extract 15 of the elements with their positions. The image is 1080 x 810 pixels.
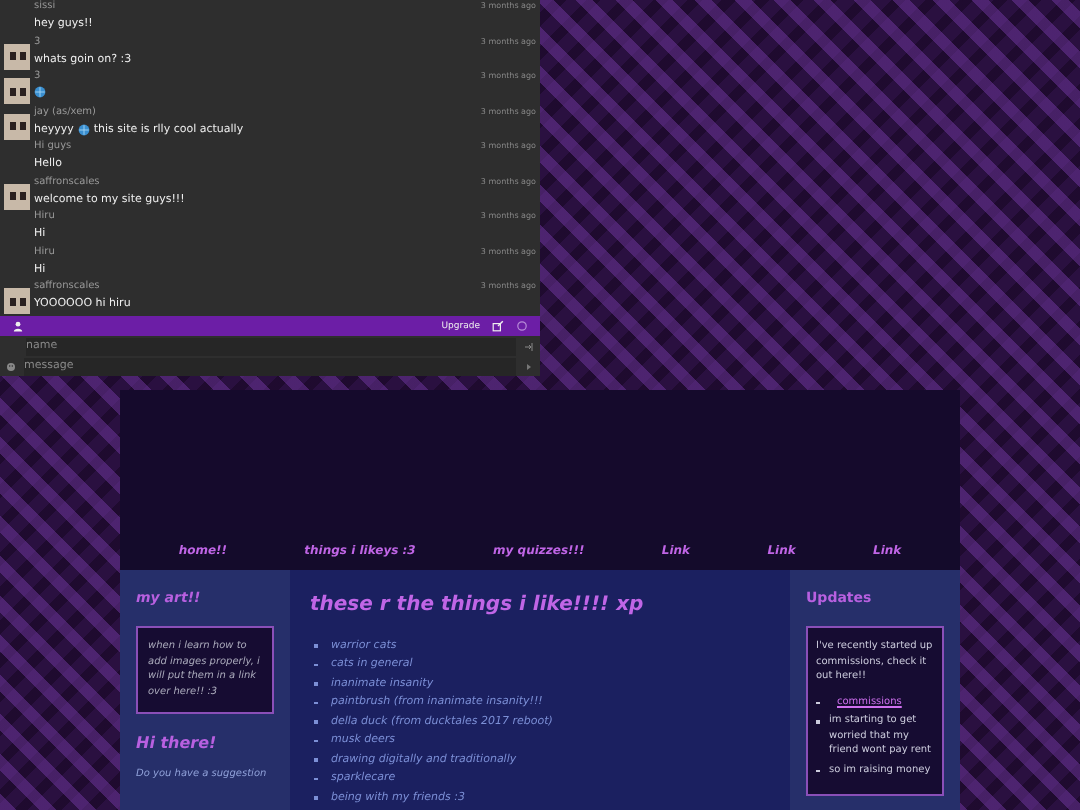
avatar-icon xyxy=(4,113,30,139)
globe-icon xyxy=(77,123,90,135)
person-icon[interactable] xyxy=(12,320,24,332)
smiley-icon[interactable] xyxy=(6,361,16,371)
section-title: Hi there! xyxy=(136,734,219,752)
edit-icon[interactable] xyxy=(492,320,504,332)
login-icon[interactable] xyxy=(524,341,534,351)
avatar-icon xyxy=(4,78,30,104)
avatar-icon xyxy=(4,183,30,209)
page-title: these r the things i like!!!! xp xyxy=(310,594,646,616)
globe-icon xyxy=(34,86,46,98)
circle-icon[interactable] xyxy=(516,320,528,332)
send-icon[interactable] xyxy=(524,361,534,371)
avatar-icon xyxy=(4,288,30,314)
avatar-icon xyxy=(4,43,30,69)
